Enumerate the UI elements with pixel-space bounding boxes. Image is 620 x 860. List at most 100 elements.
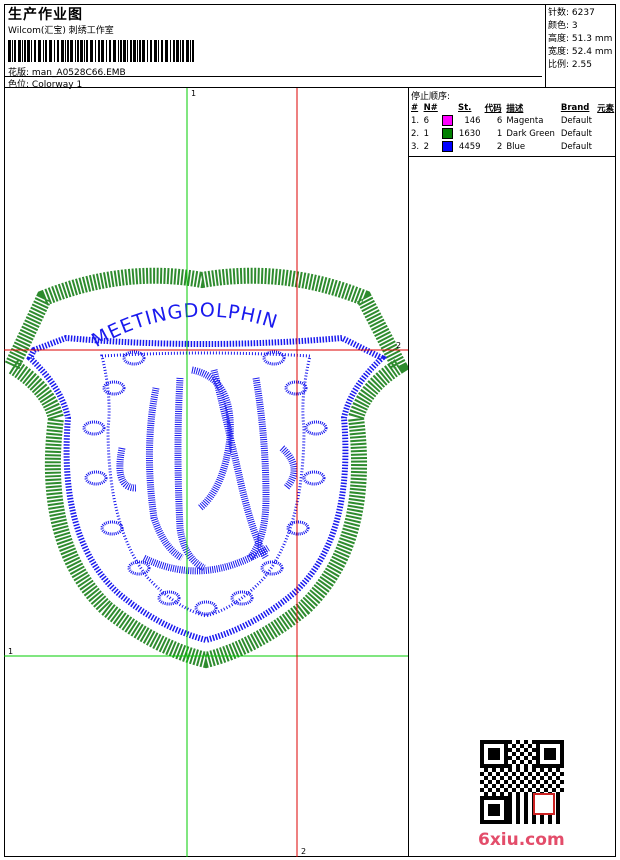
- qr-module: [480, 760, 484, 764]
- table-row: 1. 6 146 6 Magenta Default: [411, 115, 592, 126]
- qr-code: [480, 740, 564, 824]
- qr-module: [532, 784, 536, 788]
- qr-module: [544, 748, 548, 752]
- qr-module: [540, 740, 544, 744]
- qr-module: [504, 772, 508, 776]
- qr-module: [508, 756, 512, 760]
- qr-module: [500, 764, 504, 768]
- qr-module: [492, 776, 496, 780]
- qr-module: [504, 804, 508, 808]
- barcode-bar: [109, 40, 111, 62]
- qr-module: [520, 752, 524, 756]
- barcode-bar: [139, 40, 141, 62]
- qr-module: [480, 816, 484, 820]
- qr-module: [516, 776, 520, 780]
- panel-divider: [408, 157, 409, 857]
- qr-module: [520, 744, 524, 748]
- qr-module: [560, 764, 564, 768]
- qr-module: [504, 800, 508, 804]
- qr-module: [548, 752, 552, 756]
- col-needle: N#: [423, 102, 438, 113]
- qr-module: [488, 740, 492, 744]
- qr-module: [496, 772, 500, 776]
- qr-module: [540, 764, 544, 768]
- qr-module: [484, 776, 488, 780]
- barcode-bar: [101, 40, 104, 62]
- qr-module: [508, 776, 512, 780]
- qr-module: [528, 744, 532, 748]
- leaf-ornament: [302, 470, 326, 486]
- qr-module: [480, 740, 484, 744]
- qr-module: [500, 776, 504, 780]
- qr-module: [524, 812, 528, 816]
- qr-module: [536, 760, 540, 764]
- qr-module: [504, 788, 508, 792]
- qr-module: [524, 792, 528, 796]
- qr-module: [524, 800, 528, 804]
- barcode-bar: [43, 40, 44, 62]
- watermark-text: 6xiu.com: [478, 830, 565, 850]
- qr-module: [560, 780, 564, 784]
- qr-module: [488, 764, 492, 768]
- qr-module: [480, 808, 484, 812]
- barcode-bar: [77, 40, 79, 62]
- col-swatch: [440, 101, 456, 114]
- qr-module: [488, 772, 492, 776]
- barcode-bar: [86, 40, 88, 62]
- barcode-bar: [49, 40, 52, 62]
- qr-module: [496, 812, 500, 816]
- barcode-bar: [176, 40, 179, 62]
- qr-module: [524, 776, 528, 780]
- qr-module: [492, 740, 496, 744]
- barcode-bar: [186, 40, 189, 62]
- stat-stitches: 针数: 6237: [548, 8, 595, 18]
- qr-module: [504, 816, 508, 820]
- qr-module: [548, 820, 552, 824]
- qr-module: [536, 780, 540, 784]
- qr-module: [544, 756, 548, 760]
- qr-module: [480, 780, 484, 784]
- barcode-bar: [70, 40, 73, 62]
- qr-module: [540, 768, 544, 772]
- qr-module: [484, 768, 488, 772]
- qr-module: [536, 744, 540, 748]
- qr-module: [540, 820, 544, 824]
- qr-module: [492, 808, 496, 812]
- col-stitches: St.: [458, 102, 472, 113]
- barcode: [8, 40, 194, 62]
- qr-module: [484, 764, 488, 768]
- barcode-bar: [18, 40, 21, 62]
- qr-module: [492, 820, 496, 824]
- color-sequence-table: # N# St. 代码 描述 Brand 元素 1. 6 146 6 Magenta…: [409, 101, 617, 153]
- qr-module: [516, 792, 520, 796]
- qr-module: [512, 788, 516, 792]
- qr-module: [492, 804, 496, 808]
- qr-module: [504, 748, 508, 752]
- qr-module: [524, 784, 528, 788]
- qr-module: [496, 748, 500, 752]
- qr-module: [512, 760, 516, 764]
- qr-module: [508, 768, 512, 772]
- barcode-bar: [34, 40, 36, 62]
- barcode-bar: [120, 40, 122, 62]
- barcode-bar: [150, 40, 152, 62]
- qr-module: [480, 748, 484, 752]
- color-swatch: [442, 115, 454, 126]
- qr-module: [548, 740, 552, 744]
- table-row: 3. 2 4459 2 Blue Default: [411, 141, 592, 152]
- qr-module: [552, 756, 556, 760]
- qr-module: [544, 780, 548, 784]
- barcode-bar: [65, 40, 66, 62]
- qr-module: [516, 740, 520, 744]
- qr-module: [556, 740, 560, 744]
- barcode-bar: [137, 40, 138, 62]
- qr-module: [492, 764, 496, 768]
- qr-module: [520, 772, 524, 776]
- qr-module: [536, 748, 540, 752]
- qr-module: [532, 748, 536, 752]
- qr-module: [484, 740, 488, 744]
- qr-module: [528, 752, 532, 756]
- qr-module: [504, 820, 508, 824]
- barcode-bar: [22, 40, 23, 62]
- qr-module: [504, 796, 508, 800]
